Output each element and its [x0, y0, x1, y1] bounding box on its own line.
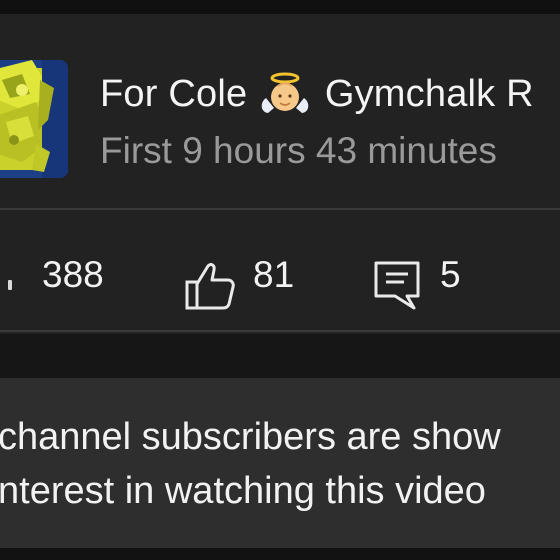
video-title-part1: For Cole [100, 73, 248, 115]
info-banner: channel subscribers are show nterest in … [0, 378, 560, 548]
info-banner-line1: channel subscribers are show [0, 416, 501, 458]
video-stats-card: For Cole Gymchalk R First 9 hours 43 min… [0, 14, 560, 334]
video-subtitle: First 9 hours 43 minutes [100, 130, 497, 171]
screen: For Cole Gymchalk R First 9 hours 43 min… [0, 0, 560, 560]
stats-row: 388 81 5 [0, 210, 560, 332]
bottom-edge-strip [0, 548, 560, 560]
video-header[interactable]: For Cole Gymchalk R First 9 hours 43 min… [0, 14, 560, 210]
thumbs-up-icon[interactable] [184, 260, 236, 312]
thumbnail-image [0, 60, 68, 178]
comments-count: 5 [440, 254, 461, 295]
top-edge-strip [0, 0, 560, 14]
baby-angel-emoji-icon [261, 72, 309, 113]
video-thumbnail[interactable] [0, 60, 68, 178]
views-icon [8, 280, 12, 290]
info-banner-line2: nterest in watching this video [0, 470, 486, 512]
video-title-part2: Gymchalk R [324, 73, 534, 115]
video-title: For Cole Gymchalk R [100, 72, 534, 116]
views-count: 388 [42, 254, 104, 295]
likes-count: 81 [253, 254, 295, 295]
comment-icon[interactable] [373, 260, 421, 312]
